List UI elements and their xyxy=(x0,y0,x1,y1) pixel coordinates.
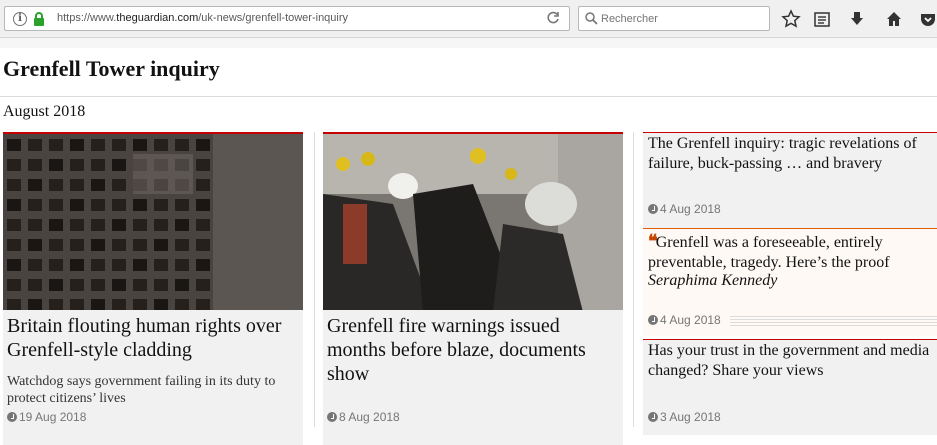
browser-toolbar: i https://www.theguardian.com/uk-news/gr… xyxy=(0,0,937,38)
article-card[interactable]: Britain flouting human rights over Grenf… xyxy=(3,132,303,445)
article-standfirst: Watchdog says government failing in its … xyxy=(7,374,276,406)
side-article-headline[interactable]: ❝Grenfell was a foreseeable, entirely pr… xyxy=(648,231,936,273)
home-icon[interactable] xyxy=(884,9,904,29)
clock-icon xyxy=(648,204,658,214)
side-article-card[interactable]: The Grenfell inquiry: tragic revelations… xyxy=(643,132,937,228)
download-icon[interactable] xyxy=(847,9,867,29)
comment-article-card[interactable]: ❝Grenfell was a foreseeable, entirely pr… xyxy=(643,228,937,336)
info-icon[interactable]: i xyxy=(13,12,27,26)
clock-icon xyxy=(648,412,658,422)
clock-icon xyxy=(648,315,658,325)
reload-icon[interactable] xyxy=(545,10,561,29)
side-article-headline[interactable]: The Grenfell inquiry: tragic revelations… xyxy=(648,134,936,174)
article-image-cctv-firefighters[interactable] xyxy=(323,132,623,310)
url-text[interactable]: https://www.theguardian.com/uk-news/gren… xyxy=(57,12,348,24)
search-input[interactable] xyxy=(601,11,761,27)
article-date: 4 Aug 2018 xyxy=(648,313,721,327)
side-article-card[interactable]: Has your trust in the government and med… xyxy=(643,339,937,435)
article-card[interactable]: Grenfell fire warnings issued months bef… xyxy=(323,132,623,445)
search-icon xyxy=(585,12,598,28)
side-article-headline[interactable]: Has your trust in the government and med… xyxy=(648,341,936,381)
page-top-strip xyxy=(0,38,937,48)
article-date: 8 Aug 2018 xyxy=(327,410,400,424)
card-top-rule xyxy=(643,228,937,229)
article-image-burnt-tower[interactable] xyxy=(3,132,303,310)
article-headline[interactable]: Grenfell fire warnings issued months bef… xyxy=(327,314,617,386)
url-bar[interactable]: i https://www.theguardian.com/uk-news/gr… xyxy=(4,6,570,31)
card-top-rule xyxy=(643,132,937,133)
article-byline[interactable]: Seraphima Kennedy xyxy=(648,271,936,291)
article-date: 3 Aug 2018 xyxy=(648,410,721,424)
page-title: Grenfell Tower inquiry xyxy=(3,56,220,81)
clock-icon xyxy=(7,412,17,422)
date-header: August 2018 xyxy=(3,103,86,120)
pocket-icon[interactable] xyxy=(918,9,937,29)
bookmark-star-icon[interactable] xyxy=(781,9,801,29)
article-date: 4 Aug 2018 xyxy=(648,202,721,216)
article-headline[interactable]: Britain flouting human rights over Grenf… xyxy=(7,314,299,362)
quote-icon: ❝ xyxy=(648,231,658,251)
comment-lines-decoration xyxy=(730,316,937,326)
column-divider xyxy=(633,132,634,427)
clock-icon xyxy=(327,412,337,422)
card-top-rule xyxy=(643,339,937,340)
reading-list-icon[interactable] xyxy=(812,9,832,29)
divider xyxy=(0,96,937,97)
search-bar[interactable] xyxy=(578,6,770,31)
lock-icon[interactable] xyxy=(33,11,45,30)
article-date: 19 Aug 2018 xyxy=(7,410,86,424)
column-divider xyxy=(314,132,315,427)
